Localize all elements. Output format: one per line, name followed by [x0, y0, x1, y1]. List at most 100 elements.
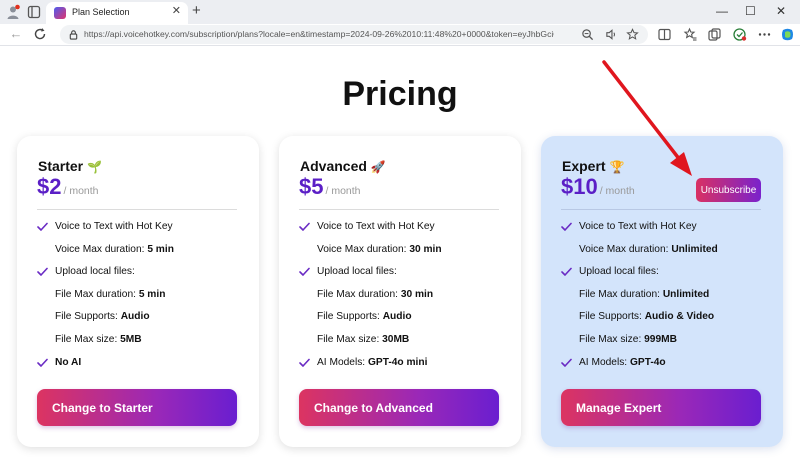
url-text[interactable]: https://api.voicehotkey.com/subscription… [84, 29, 554, 39]
feature-item: File Max duration: Unlimited [561, 284, 766, 307]
page-title: Pricing [342, 75, 458, 113]
favorites-icon[interactable] [683, 27, 698, 42]
split-screen-icon[interactable] [657, 27, 672, 42]
plan-card-advanced: Advanced 🚀 $5/ month Voice to Text with H… [279, 136, 521, 447]
feature-label: Voice to Text with Hot Key [579, 221, 697, 232]
page-content: Pricing Starter 🌱 $2/ month Voice to Text… [0, 47, 800, 462]
feature-label: AI Models: [579, 356, 630, 368]
feature-item: File Max size: 30MB [299, 329, 504, 352]
tab-actions-icon[interactable] [26, 4, 42, 20]
feature-item: Voice Max duration: Unlimited [561, 239, 766, 262]
tab-bar: Plan Selection ✕ + — ☐ ✕ [0, 0, 800, 24]
feature-value: Audio [120, 311, 150, 323]
plan-name: Expert 🏆 [562, 158, 625, 174]
feature-item: Voice Max duration: 30 min [299, 239, 504, 262]
read-aloud-icon[interactable] [605, 28, 618, 41]
feature-value: 30 min [409, 243, 442, 255]
extension-icon[interactable] [732, 27, 747, 42]
feature-label: Upload local files: [579, 266, 659, 278]
tab-close-icon[interactable]: ✕ [172, 6, 181, 17]
maximize-button[interactable]: ☐ [745, 5, 756, 17]
check-icon [37, 222, 48, 231]
feature-item: File Max duration: 5 min [37, 284, 242, 307]
feature-value: 5MB [120, 333, 142, 345]
feature-list: Voice to Text with Hot Key Voice Max dur… [561, 216, 766, 374]
feature-item: Upload local files: [37, 261, 242, 284]
zoom-icon[interactable] [581, 28, 594, 41]
tab-title: Plan Selection [72, 7, 130, 17]
feature-label: File Max duration: [579, 288, 663, 300]
feature-label: Voice Max duration: [55, 243, 148, 255]
plan-card-starter: Starter 🌱 $2/ month Voice to Text with Ho… [17, 136, 259, 447]
copilot-icon[interactable] [780, 27, 795, 42]
feature-item: Voice Max duration: 5 min [37, 239, 242, 262]
divider [299, 209, 499, 210]
feature-item: AI Models: GPT-4o mini [299, 352, 504, 375]
check-icon [561, 358, 572, 367]
feature-value: GPT-4o [629, 356, 666, 368]
feature-value: Audio [382, 311, 412, 323]
divider [561, 209, 761, 210]
price-row: $2/ month [37, 174, 99, 200]
back-icon[interactable]: ← [8, 26, 24, 42]
plan-card-expert: Expert 🏆 $10/ month Unsubscribe Voice to … [541, 136, 783, 447]
feature-item: File Supports: Audio [37, 306, 242, 329]
browser-toolbar: ← https://api.voicehotkey.com/subscripti… [0, 24, 800, 46]
change-to-advanced-button[interactable]: Change to Advanced [299, 389, 499, 426]
feature-label: File Max size: [55, 333, 121, 345]
plan-period: / month [325, 185, 361, 197]
address-bar[interactable]: https://api.voicehotkey.com/subscription… [60, 25, 648, 44]
feature-label: Voice Max duration: [579, 243, 672, 255]
feature-value: GPT-4o mini [367, 356, 428, 368]
feature-list: Voice to Text with Hot Key Voice Max dur… [37, 216, 242, 374]
minimize-button[interactable]: — [716, 5, 728, 17]
feature-label: Upload local files: [317, 266, 397, 278]
feature-label: Voice to Text with Hot Key [317, 221, 435, 232]
check-icon [561, 267, 572, 276]
unsubscribe-button[interactable]: Unsubscribe [696, 178, 761, 202]
new-tab-button[interactable]: + [192, 3, 201, 18]
feature-item: File Max duration: 30 min [299, 284, 504, 307]
feature-value: Unlimited [662, 288, 710, 300]
price-row: $5/ month [299, 174, 361, 200]
tab-plan-selection[interactable]: Plan Selection ✕ [46, 2, 188, 24]
feature-label: File Max size: [317, 333, 383, 345]
change-to-starter-button[interactable]: Change to Starter [37, 389, 237, 426]
feature-label: AI Models: [317, 356, 368, 368]
close-window-button[interactable]: ✕ [776, 5, 786, 17]
check-icon [561, 222, 572, 231]
lock-icon[interactable] [68, 29, 79, 40]
trophy-icon: 🏆 [609, 160, 625, 174]
feature-item: Voice to Text with Hot Key [37, 216, 242, 239]
feature-label: File Max size: [579, 333, 645, 345]
feature-value: 5 min [138, 288, 166, 300]
collections-icon[interactable] [707, 27, 722, 42]
feature-label: File Max duration: [55, 288, 139, 300]
manage-expert-button[interactable]: Manage Expert [561, 389, 761, 426]
check-icon [37, 358, 48, 367]
profile-icon[interactable] [5, 4, 21, 20]
price-row: $10/ month [561, 174, 635, 200]
plan-price: $10 [561, 174, 598, 199]
favorite-star-icon[interactable] [626, 28, 639, 41]
check-icon [299, 267, 310, 276]
refresh-icon[interactable] [33, 27, 47, 41]
feature-label: File Supports: [317, 311, 383, 323]
feature-value: Unlimited [671, 243, 718, 255]
feature-label: Upload local files: [55, 266, 135, 278]
feature-label: File Supports: [579, 311, 645, 323]
feature-label: File Supports: [55, 311, 121, 323]
feature-value: No AI [55, 356, 82, 368]
feature-item: File Max size: 999MB [561, 329, 766, 352]
feature-item: AI Models: GPT-4o [561, 352, 766, 375]
seedling-icon: 🌱 [87, 160, 103, 174]
feature-item: File Supports: Audio [299, 306, 504, 329]
more-options-icon[interactable] [757, 27, 772, 42]
plan-period: / month [63, 185, 99, 197]
plan-name-text: Advanced [300, 158, 367, 174]
feature-item: Upload local files: [299, 261, 504, 284]
feature-value: 999MB [644, 333, 677, 345]
feature-label: Voice Max duration: [317, 243, 410, 255]
feature-list: Voice to Text with Hot Key Voice Max dur… [299, 216, 504, 374]
feature-item: Upload local files: [561, 261, 766, 284]
